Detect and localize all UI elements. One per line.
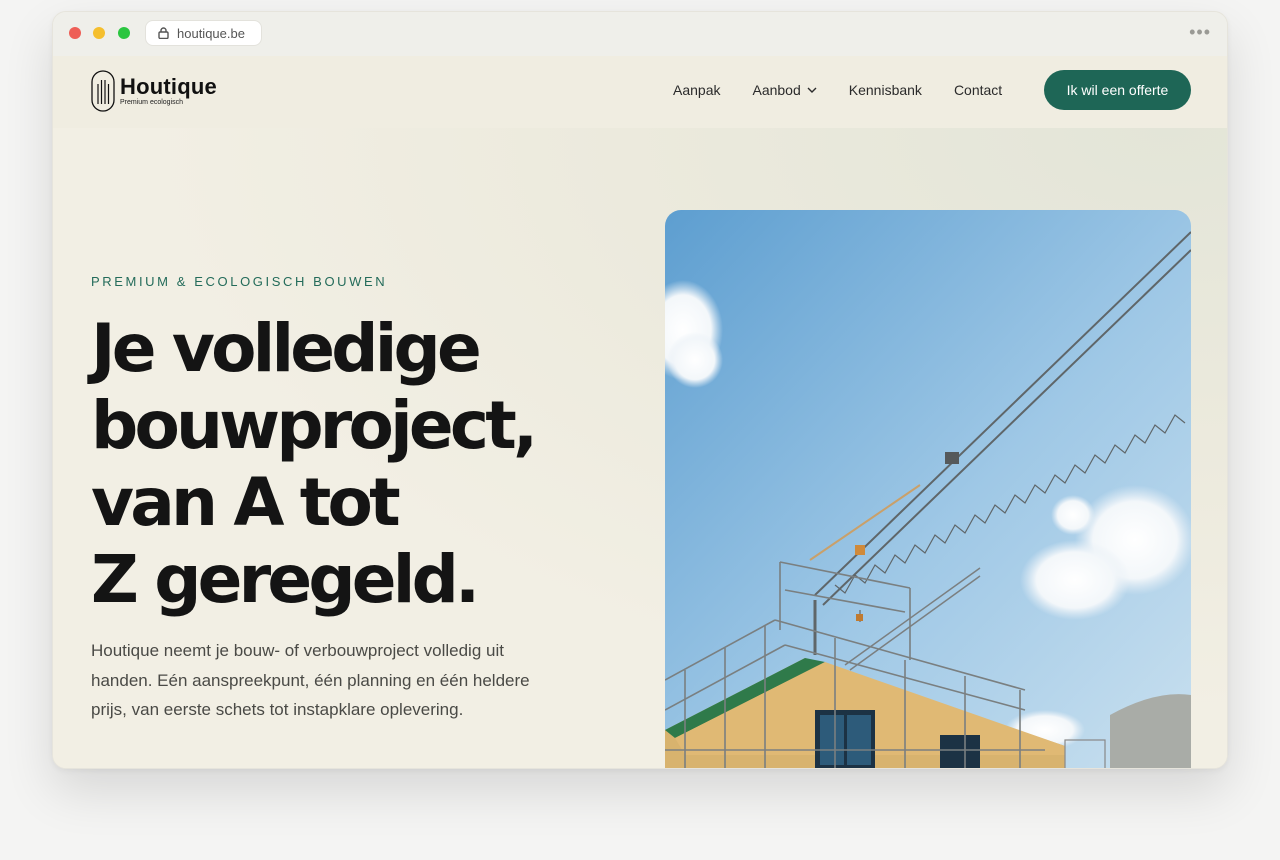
nav-item-label: Aanbod	[752, 82, 801, 98]
close-window-button[interactable]	[69, 27, 81, 39]
headline-line: bouwproject,	[91, 387, 538, 464]
hero-headline: Je volledige bouwproject, van A tot Z ge…	[91, 310, 611, 618]
url-text: houtique.be	[177, 25, 245, 41]
brand-name: Houtique	[120, 74, 217, 99]
construction-crane-image	[665, 210, 1191, 768]
nav-item-label: Aanpak	[673, 82, 721, 98]
request-quote-button[interactable]: Ik wil een offerte	[1044, 70, 1191, 110]
headline-line: van A tot	[91, 464, 401, 541]
nav-item-aanpak[interactable]: Aanpak	[673, 82, 720, 98]
nav-item-contact[interactable]: Contact	[954, 82, 1002, 98]
maximize-window-button[interactable]	[118, 27, 130, 39]
browser-menu-button[interactable]: •••	[1189, 23, 1211, 41]
main-nav: Aanpak Aanbod Kennisbank Contact	[673, 82, 1034, 98]
nav-item-kennisbank[interactable]: Kennisbank	[849, 82, 922, 98]
address-bar[interactable]: houtique.be	[145, 20, 262, 46]
browser-window: houtique.be ••• Houtique Premium ecologi…	[52, 11, 1228, 769]
headline-line: Z geregeld.	[91, 541, 480, 618]
nav-item-label: Contact	[953, 82, 1003, 98]
brand-tagline: Premium ecologisch	[120, 99, 184, 106]
hero-image-construction	[665, 210, 1191, 768]
headline-line: Je volledige	[91, 310, 482, 387]
hero-description: Houtique neemt je bouw- of verbouwprojec…	[91, 641, 530, 719]
chevron-down-icon	[807, 87, 817, 93]
hero-eyebrow: PREMIUM & ECOLOGISCH BOUWEN	[91, 274, 388, 289]
lock-icon	[158, 27, 169, 39]
nav-item-aanbod[interactable]: Aanbod	[752, 82, 817, 98]
nav-item-label: Kennisbank	[848, 82, 922, 98]
web-page: Houtique Premium ecologisch Aanpak Aanbo…	[53, 56, 1227, 768]
site-header: Houtique Premium ecologisch Aanpak Aanbo…	[53, 56, 1227, 128]
minimize-window-button[interactable]	[93, 27, 105, 39]
browser-titlebar: houtique.be •••	[53, 12, 1227, 56]
site-logo[interactable]: Houtique Premium ecologisch	[91, 70, 217, 112]
logo-mark-icon	[91, 70, 115, 112]
